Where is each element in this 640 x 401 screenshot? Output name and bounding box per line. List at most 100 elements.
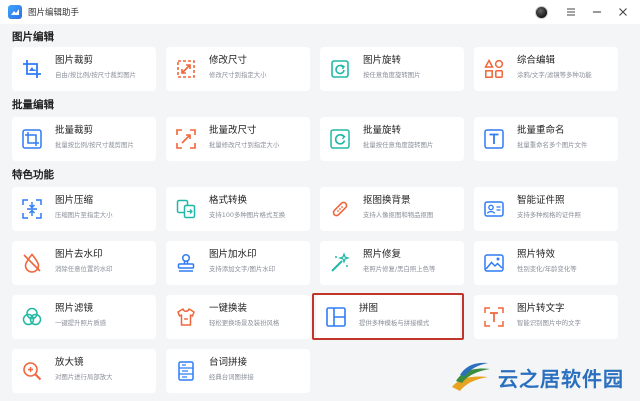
card-batch-crop[interactable]: 批量裁剪 批量按比例/按尺寸裁剪图片 [12,117,156,161]
card-id-photo[interactable]: 智能证件照 支持多种规格的证件照 [474,187,618,231]
watermark-text: 云之居软件园 [498,366,624,391]
card-name: 照片滤镜 [55,303,94,314]
close-button[interactable] [612,2,634,22]
convert-icon [176,199,196,219]
menu-icon [567,8,575,16]
filter-icon [22,307,42,327]
card-name: 照片修复 [363,249,402,260]
batch-resize-icon [176,129,196,149]
card-photo-repair[interactable]: 照片修复 老照片修复/黑白照上色等 [320,241,464,285]
card-resize[interactable]: 修改尺寸 修改尺寸到指定大小 [166,47,310,91]
app-logo-icon [8,5,22,19]
card-name: 拼图 [359,303,379,314]
card-batch-rotate[interactable]: 批量旋转 批量按任意角度旋转图片 [320,117,464,161]
card-desc: 对图片进行局部放大 [55,373,113,381]
shirt-icon [176,307,196,327]
card-desc: 按任意角度旋转图片 [363,71,421,79]
batch-crop-icon [22,129,42,149]
card-batch-resize[interactable]: 批量改尺寸 批量修改尺寸到指定大小 [166,117,310,161]
card-name: 图片去水印 [55,249,103,260]
rotate-icon [330,59,350,79]
app-title: 图片编辑助手 [28,8,80,18]
card-magnifier[interactable]: 放大镜 对图片进行局部放大 [12,349,156,393]
stamp-icon [176,253,196,273]
card-desc: 支持多种规格的证件照 [517,211,581,219]
text-icon [484,129,504,149]
card-desc: 涂鸦/文字/滤镜等多种功能 [517,71,592,79]
site-watermark: 云之居软件园 [448,355,638,399]
card-name: 批量旋转 [363,125,402,136]
card-combined-edit[interactable]: 综合编辑 涂鸦/文字/滤镜等多种功能 [474,47,618,91]
card-matting[interactable]: 抠图换背景 支持人像抠图和物品抠图 [320,187,464,231]
card-name: 批量重命名 [517,125,565,136]
card-desc: 批量修改尺寸到指定大小 [209,141,280,149]
ocr-icon [484,307,504,327]
card-format-convert[interactable]: 格式转换 支持100多种图片格式互换 [166,187,310,231]
watermark-logo-icon [452,362,490,391]
card-name: 批量改尺寸 [209,125,257,136]
card-desc: 批量重命名多个图片文件 [517,141,588,149]
collage-icon [326,307,346,327]
card-desc: 支持人像抠图和物品抠图 [363,211,434,219]
card-name: 图片旋转 [363,55,402,66]
card-name: 批量裁剪 [55,125,94,136]
title-bar: 图片编辑助手 [0,0,640,24]
card-desc: 提供多种模板与拼接模式 [359,319,430,327]
card-desc: 修改尺寸到指定大小 [209,71,267,79]
card-name: 一键换装 [209,303,248,314]
card-image-to-text[interactable]: 图片转文字 智能识别图片中的文字 [474,295,618,339]
card-collage[interactable]: 拼图 提供多种模板与拼接模式 [316,295,460,339]
card-name: 台词拼接 [209,357,248,368]
card-remove-watermark[interactable]: 图片去水印 消除任意位置的水印 [12,241,156,285]
section-title-batch-edit: 批量编辑 [12,99,54,111]
card-name: 图片加水印 [209,249,257,260]
card-photo-filter[interactable]: 照片滤镜 一键提升照片质感 [12,295,156,339]
card-desc: 自由/按比例/按尺寸裁剪图片 [55,71,136,79]
menu-button[interactable] [560,2,582,22]
crop-icon [22,59,42,79]
card-subtitle-stitch[interactable]: 台词拼接 经典台词图拼接 [166,349,310,393]
shapes-icon [484,58,504,79]
card-crop[interactable]: 图片裁剪 自由/按比例/按尺寸裁剪图片 [12,47,156,91]
card-batch-rename[interactable]: 批量重命名 批量重命名多个图片文件 [474,117,618,161]
card-name: 抠图换背景 [363,195,411,206]
card-add-watermark[interactable]: 图片加水印 支持添加文字/图片水印 [166,241,310,285]
card-name: 格式转换 [209,195,248,206]
batch-rotate-icon [330,129,350,149]
card-desc: 批量按比例/按尺寸裁剪图片 [55,141,134,149]
card-name: 图片转文字 [517,303,565,314]
compress-icon [22,199,42,219]
section-title-image-edit: 图片编辑 [12,31,54,43]
minimize-button[interactable] [586,2,608,22]
magic-wand-icon [330,252,350,273]
card-photo-effects[interactable]: 照片特效 性别变化/年龄变化等 [474,241,618,285]
user-avatar[interactable] [535,5,548,19]
section-title-features: 特色功能 [12,169,54,181]
card-name: 综合编辑 [517,55,556,66]
close-icon [619,8,627,16]
drop-icon [22,253,42,273]
card-desc: 经典台词图拼接 [209,373,254,381]
card-desc: 智能识别图片中的文字 [517,319,581,327]
card-name: 照片特效 [517,249,556,260]
card-outfit-change[interactable]: 一键换装 轻松更换场景及装扮风格 [166,295,310,339]
card-name: 智能证件照 [517,195,565,206]
card-name: 图片裁剪 [55,55,94,66]
stitch-icon [176,361,196,381]
id-photo-icon [484,199,504,219]
magnifier-icon [22,361,42,381]
card-desc: 性别变化/年龄变化等 [517,265,577,273]
card-desc: 压缩图片至指定大小 [55,211,113,219]
resize-icon [176,59,196,79]
card-name: 图片压缩 [55,195,94,206]
card-name: 放大镜 [55,357,84,368]
landscape-icon [484,253,504,273]
minimize-icon [593,11,601,13]
card-rotate[interactable]: 图片旋转 按任意角度旋转图片 [320,47,464,91]
card-desc: 消除任意位置的水印 [55,265,113,273]
card-desc: 老照片修复/黑白照上色等 [363,265,436,273]
card-compress[interactable]: 图片压缩 压缩图片至指定大小 [12,187,156,231]
card-desc: 支持添加文字/图片水印 [209,265,276,273]
card-name: 修改尺寸 [209,55,248,66]
card-desc: 支持100多种图片格式互换 [209,211,286,219]
